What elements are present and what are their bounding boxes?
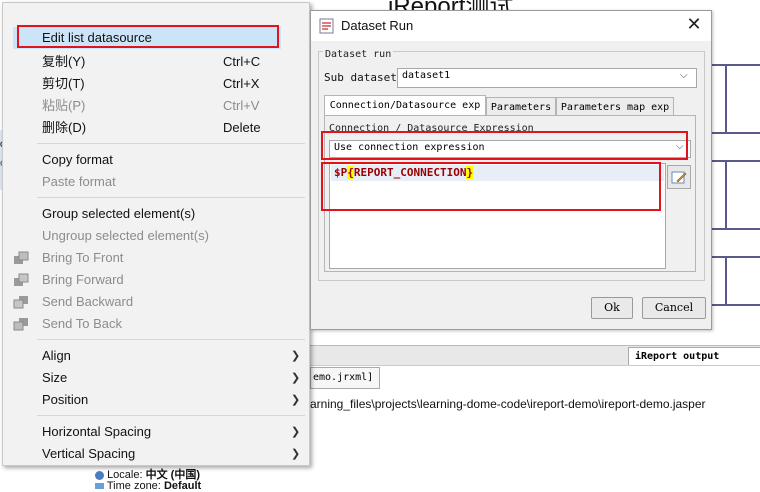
menu-item-label: Group selected element(s) [42, 206, 196, 221]
menu-item-label: Bring To Front [42, 250, 124, 265]
chevron-down-icon: ⌵ [680, 70, 688, 81]
send-backward-icon [13, 296, 28, 309]
menu-item-label: 剪切(T) [42, 76, 85, 91]
edit-expression-icon [671, 171, 687, 184]
menu-item-label: Position [42, 392, 89, 407]
timezone-label: Time zone: [106, 480, 161, 492]
menu-item-label: Bring Forward [42, 272, 124, 287]
cancel-button[interactable]: Cancel [642, 297, 706, 319]
tab-parameters[interactable]: Parameters [486, 97, 556, 117]
menu-item-label: Send Backward [42, 294, 134, 309]
menu-item-size[interactable]: Size ❯ [3, 367, 309, 389]
menu-item-label: Vertical Spacing [42, 446, 136, 461]
menu-item-group[interactable]: Group selected element(s) [3, 203, 309, 225]
menu-item-label: Size [42, 370, 68, 385]
menu-item-align[interactable]: Align ❯ [3, 345, 309, 367]
menu-item-paste[interactable]: 粘贴(P) Ctrl+V [3, 95, 309, 117]
highlight-annotation [321, 162, 661, 211]
highlight-annotation [17, 25, 279, 48]
menu-item-label: 复制(Y) [42, 54, 86, 69]
sub-dataset-select[interactable]: dataset1 ⌵ [397, 68, 697, 88]
menu-item-label: Paste format [42, 174, 116, 189]
menu-item-label: 粘贴(P) [42, 98, 86, 113]
close-icon[interactable]: ✕ [683, 14, 705, 35]
menu-item-shortcut: Ctrl+X [223, 76, 260, 91]
menu-separator [37, 415, 305, 416]
file-tab[interactable]: emo.jrxml] [310, 367, 380, 389]
band-line [710, 64, 760, 66]
menu-separator [37, 339, 305, 340]
bring-to-front-icon [14, 251, 29, 264]
menu-item-paste-format[interactable]: Paste format [3, 171, 309, 193]
output-tab[interactable]: iReport output [628, 347, 760, 365]
output-path: arning_files\projects\learning-dome-code… [310, 397, 706, 411]
menu-item-position[interactable]: Position ❯ [3, 389, 309, 411]
menu-item-horizontal-spacing[interactable]: Horizontal Spacing ❯ [3, 421, 309, 443]
band-line [725, 64, 727, 134]
menu-item-cut[interactable]: 剪切(T) Ctrl+X [3, 73, 309, 95]
sub-dataset-label: Sub dataset [324, 71, 397, 84]
submenu-arrow-icon: ❯ [291, 372, 301, 384]
menu-item-copy-format[interactable]: Copy format [3, 149, 309, 171]
menu-item-bring-to-front[interactable]: Bring To Front [3, 247, 309, 269]
timezone-icon [95, 483, 104, 490]
menu-item-shortcut: Delete [223, 120, 261, 135]
menu-item-vertical-spacing[interactable]: Vertical Spacing ❯ [3, 443, 309, 465]
menu-separator [37, 143, 305, 144]
submenu-arrow-icon: ❯ [291, 448, 301, 460]
menu-item-shortcut: Ctrl+C [223, 54, 261, 69]
dialog-title: Dataset Run [341, 18, 414, 33]
menu-item-label: Send To Back [42, 316, 122, 331]
menu-item-label: Horizontal Spacing [42, 424, 152, 439]
expression-editor-button[interactable] [667, 165, 691, 189]
bring-forward-icon [14, 273, 29, 286]
menu-separator [37, 197, 305, 198]
menu-item-label: 删除(D) [42, 120, 87, 135]
timezone-value: Default [163, 480, 202, 492]
menu-item-send-backward[interactable]: Send Backward [3, 291, 309, 313]
band-line [725, 160, 727, 230]
band-line [710, 132, 760, 134]
menu-item-label: Copy format [42, 152, 113, 167]
menu-item-label: Ungroup selected element(s) [42, 228, 209, 243]
menu-item-label: Align [42, 348, 71, 363]
band-line [710, 256, 760, 258]
submenu-arrow-icon: ❯ [291, 394, 301, 406]
send-to-back-icon [13, 318, 28, 331]
highlight-annotation [321, 131, 688, 160]
submenu-arrow-icon: ❯ [291, 426, 301, 438]
tab-connection[interactable]: Connection/Datasource exp [324, 95, 486, 116]
ok-button[interactable]: Ok [591, 297, 633, 319]
sub-dataset-value: dataset1 [402, 70, 451, 81]
menu-item-ungroup[interactable]: Ungroup selected element(s) [3, 225, 309, 247]
menu-item-shortcut: Ctrl+V [223, 98, 260, 113]
submenu-arrow-icon: ❯ [291, 350, 301, 362]
band-line [710, 228, 760, 230]
ireport-app-icon [319, 18, 334, 34]
menu-item-copy[interactable]: 复制(Y) Ctrl+C [3, 51, 309, 73]
menu-item-bring-forward[interactable]: Bring Forward [3, 269, 309, 291]
band-line [710, 304, 760, 306]
band-line [725, 256, 727, 306]
menu-item-send-to-back[interactable]: Send To Back [3, 313, 309, 335]
dataset-run-dialog: Dataset Run ✕ Dataset run Sub dataset da… [310, 10, 712, 330]
band-line [710, 160, 760, 162]
context-menu: Edit list datasource 复制(Y) Ctrl+C 剪切(T) Ct… [2, 2, 310, 466]
group-label: Dataset run [323, 49, 394, 60]
tab-parameters-map[interactable]: Parameters map exp [556, 97, 674, 117]
timezone-row: Time zone: Default [95, 480, 201, 492]
menu-item-delete[interactable]: 删除(D) Delete [3, 117, 309, 139]
locale-icon [95, 470, 104, 480]
